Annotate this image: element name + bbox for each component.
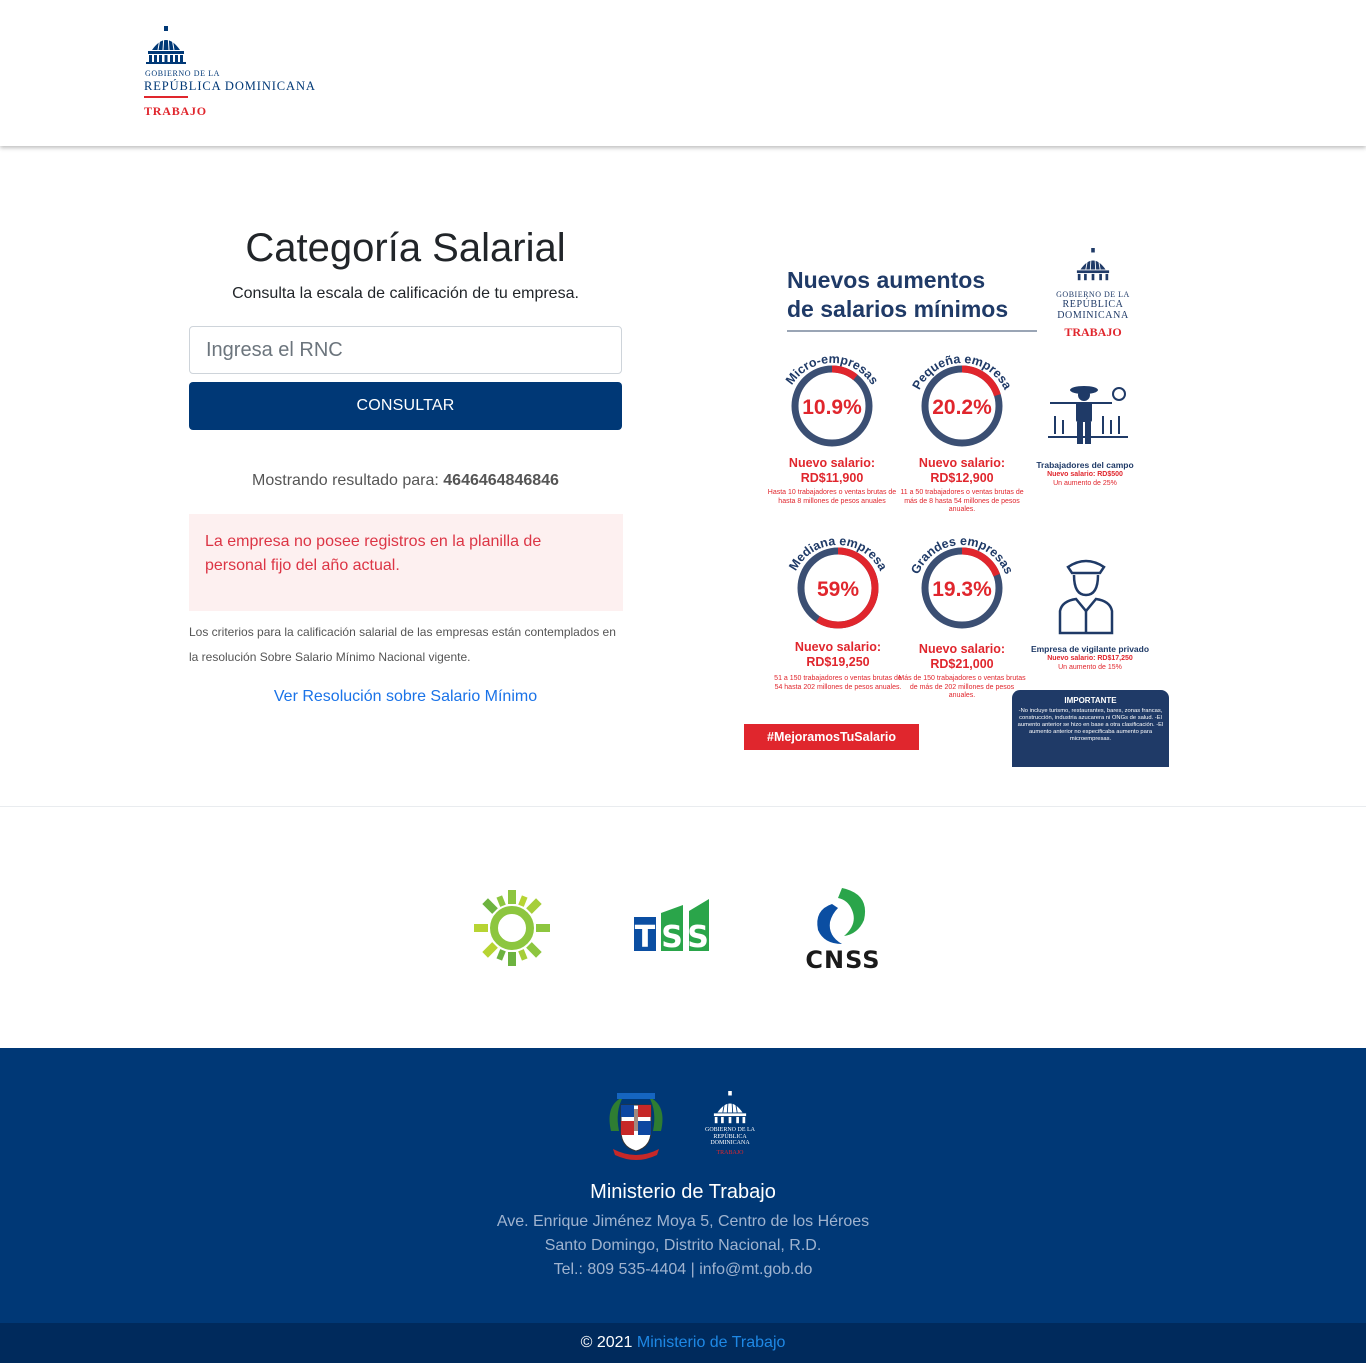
- ring-percent: 19.3%: [932, 578, 992, 601]
- vigilante-increase: Un aumento de 15%: [1058, 664, 1122, 671]
- farm-worker-icon: [1048, 386, 1128, 444]
- ministry-logo-text: GOBIERNO DE LA REPÚBLICA DOMINICANA TRAB…: [703, 1127, 757, 1156]
- dome-icon: [146, 26, 186, 64]
- svg-text:Grandes empresas: Grandes empresas: [908, 534, 1016, 576]
- ring-note: 51 a 150 trabajadores o ventas brutas de…: [774, 675, 902, 691]
- ring-percent: 20.2%: [932, 396, 992, 419]
- ring-salary: RD$21,000: [930, 657, 994, 671]
- ring-percent: 10.9%: [802, 396, 862, 419]
- result-rnc: 4646464846846: [443, 472, 559, 489]
- logo-dept: TRABAJO: [144, 104, 207, 118]
- ring-pequena: Pequeña empresa 20.2% Nuevo salario: RD$…: [897, 348, 1027, 518]
- vigilante-title: Empresa de vigilante privado: [1030, 644, 1150, 654]
- logo-line1: GOBIERNO DE LA: [145, 69, 221, 78]
- poster-title-line1: Nuevos aumentos: [787, 267, 986, 293]
- ring-note: Hasta 10 trabajadores o ventas brutas de…: [767, 489, 897, 505]
- important-body: -No incluye turismo, restaurantes, bares…: [1017, 708, 1164, 742]
- footer-contact: Tel.: 809 535-4404 | info@mt.gob.do: [553, 1261, 813, 1278]
- important-title: IMPORTANTE: [1064, 696, 1117, 705]
- ring-note: Más de 150 trabajadores o ventas brutas …: [898, 675, 1026, 699]
- hashtag-badge: #MejoramosTuSalario: [744, 724, 919, 750]
- partner-sun-logo[interactable]: [472, 888, 552, 968]
- ring-micro: Micro-empresas 10.9% Nuevo salario: RD$1…: [767, 348, 897, 518]
- consult-button[interactable]: CONSULTAR: [189, 382, 622, 430]
- ring-salary-label: Nuevo salario:: [794, 640, 882, 654]
- partner-cnss-logo[interactable]: CNSS: [790, 886, 896, 974]
- site-footer: GOBIERNO DE LA REPÚBLICA DOMINICANA TRAB…: [0, 1048, 1366, 1323]
- footer-logo-line2: REPÚBLICA DOMINICANA: [710, 1133, 750, 1147]
- campo-title: Trabajadores del campo: [1036, 460, 1134, 470]
- sun-logo-icon: [474, 890, 550, 966]
- important-note: IMPORTANTE -No incluye turismo, restaura…: [1012, 690, 1169, 767]
- resolution-link[interactable]: Ver Resolución sobre Salario Mínimo: [189, 688, 622, 706]
- ring-note: 11 a 50 trabajadores o ventas brutas de …: [900, 489, 1024, 513]
- svg-text:CNSS: CNSS: [805, 946, 880, 970]
- result-line: Mostrando resultado para: 4646464846846: [189, 472, 622, 490]
- poster-gov-logo: GOBIERNO DE LA REPÚBLICA DOMINICANA TRAB…: [1048, 248, 1138, 348]
- section-divider: [0, 806, 1366, 807]
- svg-text:S: S: [661, 920, 683, 953]
- campo-salary: Nuevo salario: RD$500: [1047, 471, 1123, 478]
- footer-seals: GOBIERNO DE LA REPÚBLICA DOMINICANA TRAB…: [603, 1091, 763, 1167]
- ring-name: Grandes empresas: [908, 534, 1016, 576]
- page-subtitle: Consulta la escala de calificación de tu…: [232, 285, 579, 302]
- poster-logo-dept: TRABAJO: [1064, 325, 1122, 339]
- copyright-text: © 2021: [580, 1334, 633, 1351]
- poster-title: Nuevos aumentos de salarios mínimos: [787, 266, 1047, 324]
- campo-info: Trabajadores del campo Nuevo salario: RD…: [1015, 460, 1155, 488]
- site-header: GOBIERNO DE LA REPÚBLICA DOMINICANA TRAB…: [0, 0, 1366, 146]
- poster-title-rule: [787, 330, 1037, 332]
- poster-logo-line1: GOBIERNO DE LA: [1056, 290, 1130, 299]
- ring-percent: 59%: [817, 578, 859, 601]
- ring-salary: RD$12,900: [930, 471, 994, 485]
- partner-tss-logo[interactable]: T S S: [633, 897, 711, 955]
- logo-divider: [144, 96, 188, 98]
- ring-salary: RD$11,900: [800, 471, 864, 485]
- ring-salary-label: Nuevo salario:: [918, 642, 1006, 656]
- tss-logo-icon: T S S: [634, 899, 709, 955]
- footer-logo-line1: GOBIERNO DE LA: [705, 1127, 755, 1133]
- footer-logo-dept: TRABAJO: [716, 1149, 744, 1156]
- ring-salary-label: Nuevo salario:: [918, 456, 1006, 470]
- salary-infographic: Nuevos aumentos de salarios mínimos GOBI…: [744, 240, 1169, 767]
- rnc-input[interactable]: [189, 326, 622, 374]
- result-prefix: Mostrando resultado para:: [252, 472, 439, 489]
- alert-text: La empresa no posee registros en la plan…: [205, 533, 542, 574]
- ring-chart: Pequeña empresa 20.2%: [910, 352, 1015, 447]
- ring-salary: RD$19,250: [806, 655, 870, 669]
- vigilante-salary: Nuevo salario: RD$17,250: [1047, 655, 1133, 662]
- poster-logo-line3: DOMINICANA: [1057, 310, 1129, 321]
- poster-title-line2: de salarios mínimos: [787, 296, 1009, 322]
- ring-salary-label: Nuevo salario:: [788, 456, 876, 470]
- ring-chart: Micro-empresas 10.9%: [783, 352, 881, 447]
- footer-ministry-name: Ministerio de Trabajo: [590, 1181, 776, 1203]
- svg-text:S: S: [687, 920, 709, 953]
- poster-logo-line2: REPÚBLICA: [1062, 299, 1124, 310]
- campo-increase: Un aumento de 25%: [1053, 480, 1117, 487]
- page-title: Categoría Salarial: [245, 226, 566, 270]
- cnss-logo-icon: CNSS: [805, 888, 880, 974]
- copyright-bar: © 2021 Ministerio de Trabajo: [0, 1323, 1366, 1363]
- ring-grandes: Grandes empresas 19.3% Nuevo salario: RD…: [897, 530, 1027, 700]
- gov-logo-link[interactable]: GOBIERNO DE LA REPÚBLICA DOMINICANA TRAB…: [144, 26, 344, 120]
- ring-mediana: Mediana empresa 59% Nuevo salario: RD$19…: [773, 530, 903, 700]
- ring-chart: Grandes empresas 19.3%: [908, 534, 1016, 629]
- copyright-link[interactable]: Ministerio de Trabajo: [637, 1334, 786, 1351]
- dome-icon: [1076, 248, 1110, 281]
- ring-chart: Mediana empresa 59%: [786, 534, 890, 629]
- footer-address1: Ave. Enrique Jiménez Moya 5, Centro de l…: [496, 1213, 870, 1230]
- vigilante-info: Empresa de vigilante privado Nuevo salar…: [1020, 644, 1160, 672]
- no-records-alert: La empresa no posee registros en la plan…: [189, 514, 623, 611]
- ministry-logo-icon: [713, 1091, 747, 1124]
- coat-of-arms-icon: [609, 1093, 663, 1160]
- logo-line2: REPÚBLICA DOMINICANA: [144, 79, 316, 93]
- security-guard-icon: [1058, 559, 1114, 635]
- criteria-text: Los criterios para la calificación salar…: [189, 625, 616, 664]
- footer-address2: Santo Domingo, Distrito Nacional, R.D.: [544, 1237, 822, 1254]
- svg-text:T: T: [635, 920, 656, 953]
